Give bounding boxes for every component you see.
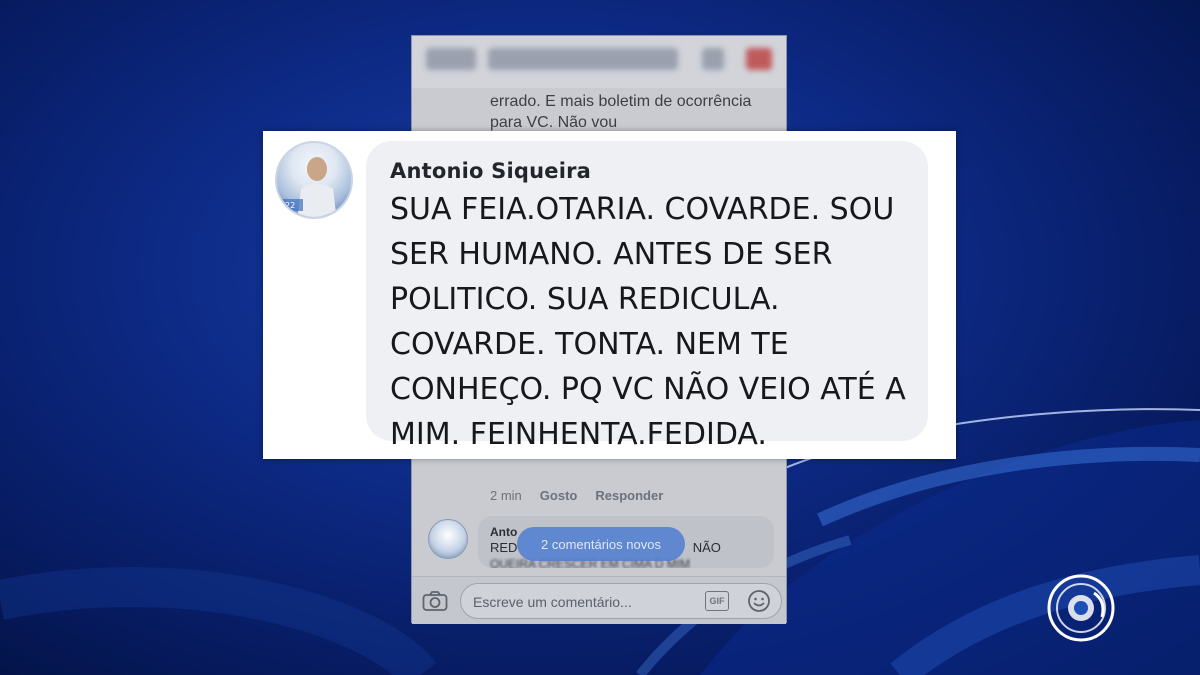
comment-input-bar: GIF [412,576,786,624]
avatar[interactable] [428,519,468,559]
highlighted-comment-card: 22 Antonio Siqueira SUA FEIA.OTARIA. COV… [263,131,956,459]
author-avatar: 22 [275,141,353,219]
background-comment-text: errado. E mais boletim de ocorrência par… [490,93,752,131]
camera-icon[interactable] [422,590,448,612]
tv-logo-icon [1047,574,1115,642]
author-name[interactable]: Antonio Siqueira [390,159,904,183]
comment-input[interactable] [473,592,693,612]
comment-time: 2 min [490,488,522,503]
smiley-icon[interactable] [747,589,771,613]
new-comments-pill[interactable]: 2 comentários novos [517,527,685,561]
comment-meta-row: 2 min Gosto Responder [490,488,663,503]
reply-link[interactable]: Responder [595,488,663,503]
svg-text:22: 22 [285,201,295,210]
comment-text: SUA FEIA.OTARIA. COVARDE. SOU SER HUMANO… [390,192,906,452]
comment-text-start: RED [490,540,518,555]
person-icon: 22 [281,157,337,217]
comment-bubble: Antonio Siqueira SUA FEIA.OTARIA. COVARD… [366,141,928,452]
comment-input-field: GIF [460,583,782,619]
comment-text-tail: NÃO [692,540,721,555]
phone-header-blurred [412,36,786,88]
like-link[interactable]: Gosto [540,488,578,503]
gif-button[interactable]: GIF [705,591,729,611]
